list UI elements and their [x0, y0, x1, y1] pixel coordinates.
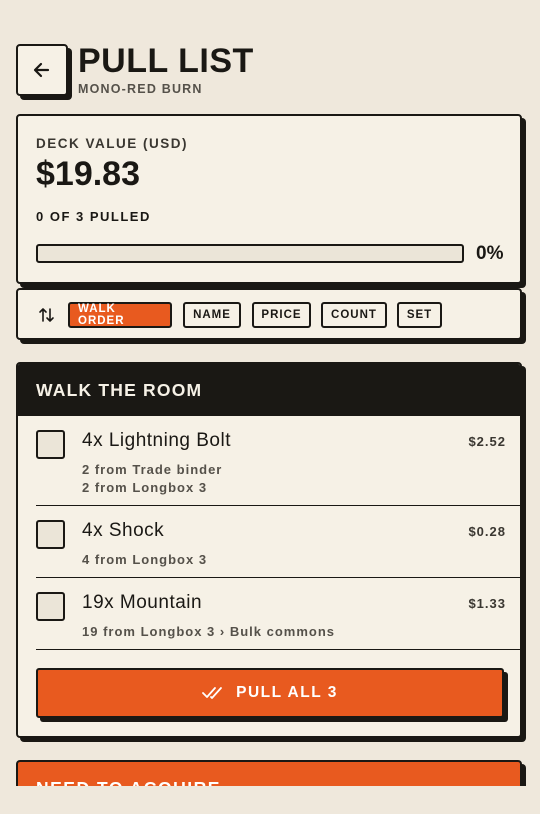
deck-name: MONO-RED BURN — [78, 82, 203, 96]
pulled-count: 0 OF 3 PULLED — [36, 209, 151, 224]
pull-item-location: 19 from Longbox 3 › Bulk commons — [82, 624, 336, 639]
sort-name[interactable]: NAME — [183, 302, 241, 328]
pull-item-checkbox[interactable] — [36, 592, 65, 621]
sort-count[interactable]: COUNT — [321, 302, 387, 328]
pull-item-checkbox[interactable] — [36, 520, 65, 549]
sort-price[interactable]: PRICE — [252, 302, 311, 328]
pull-item: 4x Lightning Bolt $2.52 2 from Trade bin… — [36, 416, 520, 506]
sort-set[interactable]: SET — [397, 302, 442, 328]
sort-bar: WALK ORDER NAME PRICE COUNT SET — [16, 288, 522, 340]
page-header: PULL LIST MONO-RED BURN — [16, 44, 524, 100]
pull-item-name: 19x Mountain — [82, 592, 203, 613]
sort-arrows-icon[interactable] — [38, 306, 56, 329]
walk-the-room-card: WALK THE ROOM 4x Lightning Bolt $2.52 2 … — [16, 362, 522, 738]
back-button[interactable] — [16, 44, 68, 96]
deck-value-amount: $19.83 — [36, 155, 140, 193]
pull-item-name: 4x Shock — [82, 520, 165, 541]
progress-percent: 0% — [476, 243, 504, 264]
pull-item: 19x Mountain $1.33 19 from Longbox 3 › B… — [36, 578, 520, 650]
pull-item-price: $1.33 — [468, 596, 506, 611]
pull-all-label: PULL ALL 3 — [236, 684, 338, 701]
pull-item-name: 4x Lightning Bolt — [82, 430, 231, 451]
walk-section-title: WALK THE ROOM — [18, 364, 520, 416]
pull-item-price: $2.52 — [468, 434, 506, 449]
double-check-icon — [202, 687, 223, 699]
arrow-left-icon — [33, 62, 50, 78]
viewport-bottom — [0, 786, 540, 814]
pull-item-price: $0.28 — [468, 524, 506, 539]
pull-all-button[interactable]: PULL ALL 3 — [36, 668, 504, 718]
pull-item: 4x Shock $0.28 4 from Longbox 3 — [36, 506, 520, 578]
pull-item-location: 2 from Longbox 3 — [82, 480, 208, 495]
page-title: PULL LIST — [78, 42, 254, 80]
deck-value-label: DECK VALUE (USD) — [36, 136, 188, 151]
deck-value-card: DECK VALUE (USD) $19.83 0 OF 3 PULLED 0% — [16, 114, 522, 284]
progress-bar — [36, 244, 464, 263]
sort-walk-order[interactable]: WALK ORDER — [68, 302, 172, 328]
pull-item-checkbox[interactable] — [36, 430, 65, 459]
pull-item-location: 2 from Trade binder — [82, 462, 223, 477]
pull-item-location: 4 from Longbox 3 — [82, 552, 208, 567]
